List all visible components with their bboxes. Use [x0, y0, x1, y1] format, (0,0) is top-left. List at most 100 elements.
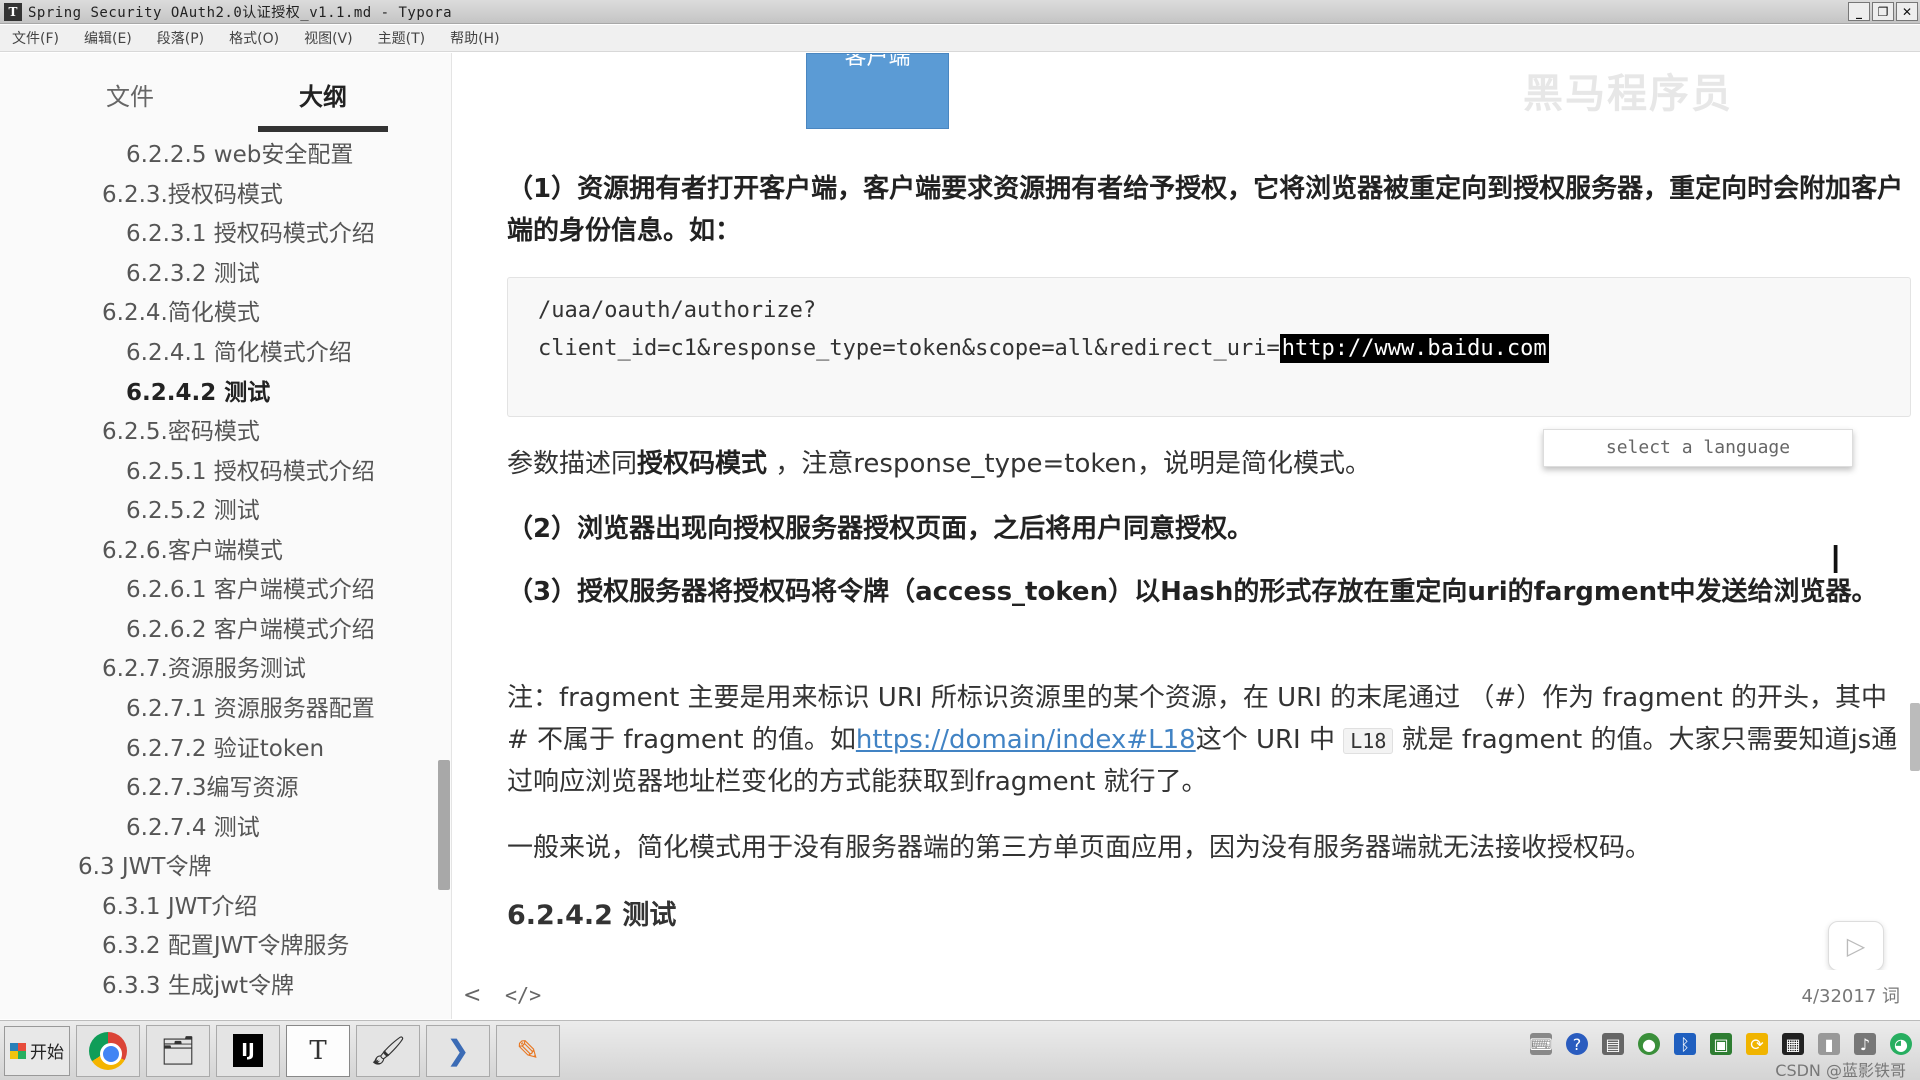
outline-item[interactable]: 6.2.3.2 测试: [126, 254, 260, 288]
param-suffix: ，注意response_type=token，说明是简化模式。: [767, 449, 1371, 479]
taskbar-file-manager[interactable]: 🗂: [146, 1024, 210, 1077]
note-link[interactable]: https://domain/index#L18: [856, 725, 1196, 755]
paint-icon: 🖌: [370, 1034, 406, 1067]
intellij-icon: IJ: [233, 1034, 263, 1067]
window-title: Spring Security OAuth2.0认证授权_v1.1.md - T…: [28, 4, 453, 21]
outline-item[interactable]: 6.2.3.1 授权码模式介绍: [126, 214, 375, 248]
update-icon[interactable]: ⟳: [1746, 1033, 1768, 1055]
display-icon[interactable]: ▦: [1782, 1033, 1804, 1055]
windows-logo-icon: [10, 1042, 26, 1059]
menu-help[interactable]: 帮助(H): [450, 28, 499, 48]
param-paragraph[interactable]: 参数描述同授权码模式 ，注意response_type=token，说明是简化模…: [507, 443, 1907, 485]
outline-item[interactable]: 6.2.7.3编写资源: [126, 768, 298, 802]
menu-view[interactable]: 视图(V): [304, 28, 353, 48]
taskbar-intellij[interactable]: IJ: [216, 1024, 280, 1077]
wechat-icon[interactable]: ◕: [1890, 1033, 1912, 1055]
outline-item[interactable]: 6.2.2.5 web安全配置: [126, 135, 353, 169]
status-footer: < </> 4/32017 词: [453, 970, 1920, 1020]
title-bar: T Spring Security OAuth2.0认证授权_v1.1.md -…: [0, 0, 1920, 24]
editor-scrollbar[interactable]: [1910, 703, 1920, 771]
battery-icon[interactable]: ▮: [1818, 1033, 1840, 1055]
green-app-icon[interactable]: ●: [1638, 1033, 1660, 1055]
diagram-client-box: 客户端: [806, 53, 949, 129]
menu-edit[interactable]: 编辑(E): [84, 28, 132, 48]
outline-item[interactable]: 6.3.3 生成jwt令牌: [102, 966, 294, 1000]
outline-item[interactable]: 6.2.3.授权码模式: [102, 175, 283, 209]
volume-icon[interactable]: ♪: [1854, 1033, 1876, 1055]
folder-icon: 🗂: [160, 1034, 196, 1067]
sidebar: 文件 大纲 6.2.2.5 web安全配置 6.2.3.授权码模式 6.2.3.…: [0, 53, 452, 1019]
start-label: 开始: [30, 1043, 64, 1063]
sidebar-scrollbar[interactable]: [438, 760, 450, 890]
sidebar-toggle-icon[interactable]: <: [463, 983, 481, 1008]
taskbar-paint[interactable]: 🖌: [356, 1024, 420, 1077]
csdn-watermark: CSDN @蓝影铁哥: [1775, 1061, 1906, 1080]
outline-item[interactable]: 6.2.7.2 验证token: [126, 729, 324, 763]
watermark: 黑马程序员: [1523, 71, 1733, 117]
outline-item[interactable]: 6.2.6.1 客户端模式介绍: [126, 570, 375, 604]
close-button[interactable]: ✕: [1896, 2, 1918, 21]
code-line-2: client_id=c1&response_type=token&scope=a…: [538, 330, 1880, 368]
source-mode-icon[interactable]: </>: [505, 983, 541, 1007]
minimize-button[interactable]: _: [1848, 2, 1870, 21]
maximize-button[interactable]: ❐: [1872, 2, 1894, 21]
editor-area[interactable]: 客户端 黑马程序员 （1）资源拥有者打开客户端，客户端要求资源拥有者给予授权，它…: [453, 53, 1920, 1019]
chrome-icon: [89, 1031, 127, 1070]
typora-app-icon: T: [4, 2, 22, 21]
outline-item[interactable]: 6.2.5.密码模式: [102, 412, 260, 446]
code-line-2-prefix: client_id=c1&response_type=token&scope=a…: [538, 336, 1280, 361]
word-count[interactable]: 4/32017 词: [1802, 982, 1901, 1008]
step3-paragraph[interactable]: （3）授权服务器将授权码将令牌（access_token）以Hash的形式存放在…: [507, 571, 1907, 613]
tab-files[interactable]: 文件: [65, 77, 195, 126]
menu-theme[interactable]: 主题(T): [378, 28, 425, 48]
section-heading[interactable]: 6.2.4.2 测试: [507, 893, 676, 932]
bluetooth-icon[interactable]: ᛒ: [1674, 1033, 1696, 1055]
outline-item[interactable]: 6.2.7.资源服务测试: [102, 649, 306, 683]
play-icon[interactable]: ▷: [1828, 921, 1884, 971]
taskbar-pencil[interactable]: ✎: [496, 1024, 560, 1077]
taskbar-chrome[interactable]: [76, 1024, 140, 1077]
general-paragraph[interactable]: 一般来说，简化模式用于没有服务器端的第三方单页面应用，因为没有服务器端就无法接收…: [507, 827, 1907, 869]
sidebar-tabs: 文件 大纲: [0, 77, 452, 132]
outline-item[interactable]: 6.2.5.1 授权码模式介绍: [126, 452, 375, 486]
menu-bar: 文件(F) 编辑(E) 段落(P) 格式(O) 视图(V) 主题(T) 帮助(H…: [0, 25, 1920, 52]
network-icon[interactable]: ▤: [1602, 1033, 1624, 1055]
outline-item[interactable]: 6.2.4.简化模式: [102, 293, 260, 327]
code-block[interactable]: /uaa/oauth/authorize? client_id=c1&respo…: [507, 277, 1911, 417]
step1-paragraph[interactable]: （1）资源拥有者打开客户端，客户端要求资源拥有者给予授权，它将浏览器被重定向到授…: [507, 168, 1907, 252]
keyboard-icon[interactable]: ⌨: [1529, 1033, 1553, 1055]
param-bold: 授权码模式: [637, 449, 768, 479]
menu-file[interactable]: 文件(F): [12, 28, 59, 48]
start-button[interactable]: 开始: [4, 1025, 70, 1076]
step2-paragraph[interactable]: （2）浏览器出现向授权服务器授权页面，之后将用户同意授权。: [507, 508, 1907, 550]
code-line-1: /uaa/oauth/authorize?: [538, 298, 817, 323]
outline-item[interactable]: 6.2.5.2 测试: [126, 491, 260, 525]
window-controls: _ ❐ ✕: [1848, 2, 1918, 21]
taskbar-plugin[interactable]: ❯: [426, 1024, 490, 1077]
outline-item[interactable]: 6.2.6.客户端模式: [102, 531, 283, 565]
nvidia-icon[interactable]: ▣: [1710, 1033, 1732, 1055]
outline-item[interactable]: 6.2.4.1 简化模式介绍: [126, 333, 352, 367]
code-selected-url: http://www.baidu.com: [1279, 334, 1549, 363]
tab-outline[interactable]: 大纲: [258, 77, 388, 132]
system-tray: ⌨ ? ▤ ● ᛒ ▣ ⟳ ▦ ▮ ♪ ◕: [1529, 1033, 1912, 1055]
outline-item[interactable]: 6.3 JWT令牌: [78, 847, 211, 881]
menu-paragraph[interactable]: 段落(P): [157, 28, 204, 48]
outline-item[interactable]: 6.2.7.4 测试: [126, 808, 260, 842]
outline-item[interactable]: 6.2.7.1 资源服务器配置: [126, 689, 375, 723]
param-prefix: 参数描述同: [507, 449, 638, 479]
outline-item-active[interactable]: 6.2.4.2 测试: [126, 373, 270, 407]
typora-icon: T: [309, 1035, 327, 1066]
note-mid: 这个 URI 中: [1195, 725, 1344, 755]
taskbar-typora[interactable]: T: [286, 1024, 350, 1077]
text-cursor-icon: I: [1830, 538, 1842, 582]
outline-item[interactable]: 6.2.6.2 客户端模式介绍: [126, 610, 375, 644]
outline-item[interactable]: 6.3.1 JWT介绍: [102, 887, 257, 921]
plugin-icon: ❯: [446, 1034, 470, 1067]
outline-item[interactable]: 6.3.2 配置JWT令牌服务: [102, 926, 349, 960]
taskbar: 开始 🗂 IJ T 🖌 ❯ ✎ ⌨ ? ▤ ● ᛒ ▣ ⟳ ▦ ▮ ♪ ◕ CS…: [0, 1020, 1920, 1080]
pencil-icon: ✎: [516, 1034, 540, 1067]
help-icon[interactable]: ?: [1566, 1033, 1588, 1055]
menu-format[interactable]: 格式(O): [229, 28, 279, 48]
note-paragraph[interactable]: 注：fragment 主要是用来标识 URI 所标识资源里的某个资源，在 URI…: [507, 677, 1907, 803]
